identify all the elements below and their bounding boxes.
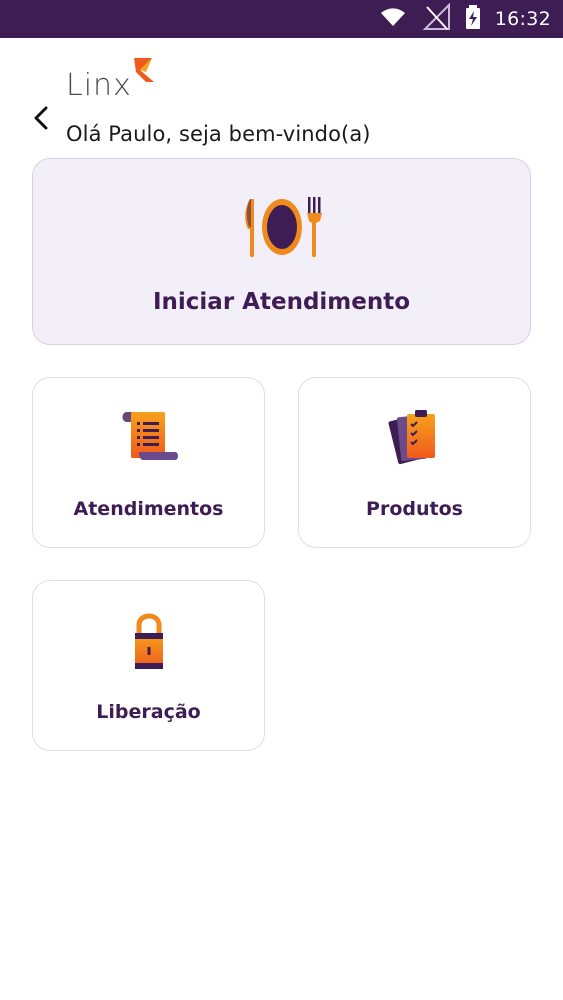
products-card[interactable]: Produtos: [298, 377, 531, 548]
wifi-icon: [379, 5, 407, 33]
battery-charging-icon: [465, 5, 481, 33]
no-signal-icon: [421, 2, 451, 35]
release-label: Liberação: [96, 701, 201, 723]
clipboard-checklist-icon: [385, 406, 445, 468]
status-bar: 16:32: [0, 0, 563, 38]
back-button[interactable]: [26, 100, 56, 136]
chevron-left-icon: [34, 106, 48, 130]
start-service-label: Iniciar Atendimento: [152, 289, 411, 315]
services-label: Atendimentos: [73, 498, 224, 520]
services-card[interactable]: Atendimentos: [32, 377, 265, 548]
logo-text: Linx: [66, 68, 132, 103]
clock: 16:32: [494, 8, 551, 30]
greeting: Olá Paulo, seja bem-vindo(a): [66, 122, 371, 146]
logo-mark-icon: [134, 58, 154, 82]
plate-cutlery-icon: [242, 195, 324, 259]
products-label: Produtos: [366, 498, 463, 520]
linx-logo: Linx: [66, 54, 166, 108]
start-service-card[interactable]: Iniciar Atendimento: [32, 158, 531, 345]
scroll-list-icon: [119, 406, 179, 468]
release-card[interactable]: Liberação: [32, 580, 265, 751]
padlock-icon: [119, 609, 179, 671]
